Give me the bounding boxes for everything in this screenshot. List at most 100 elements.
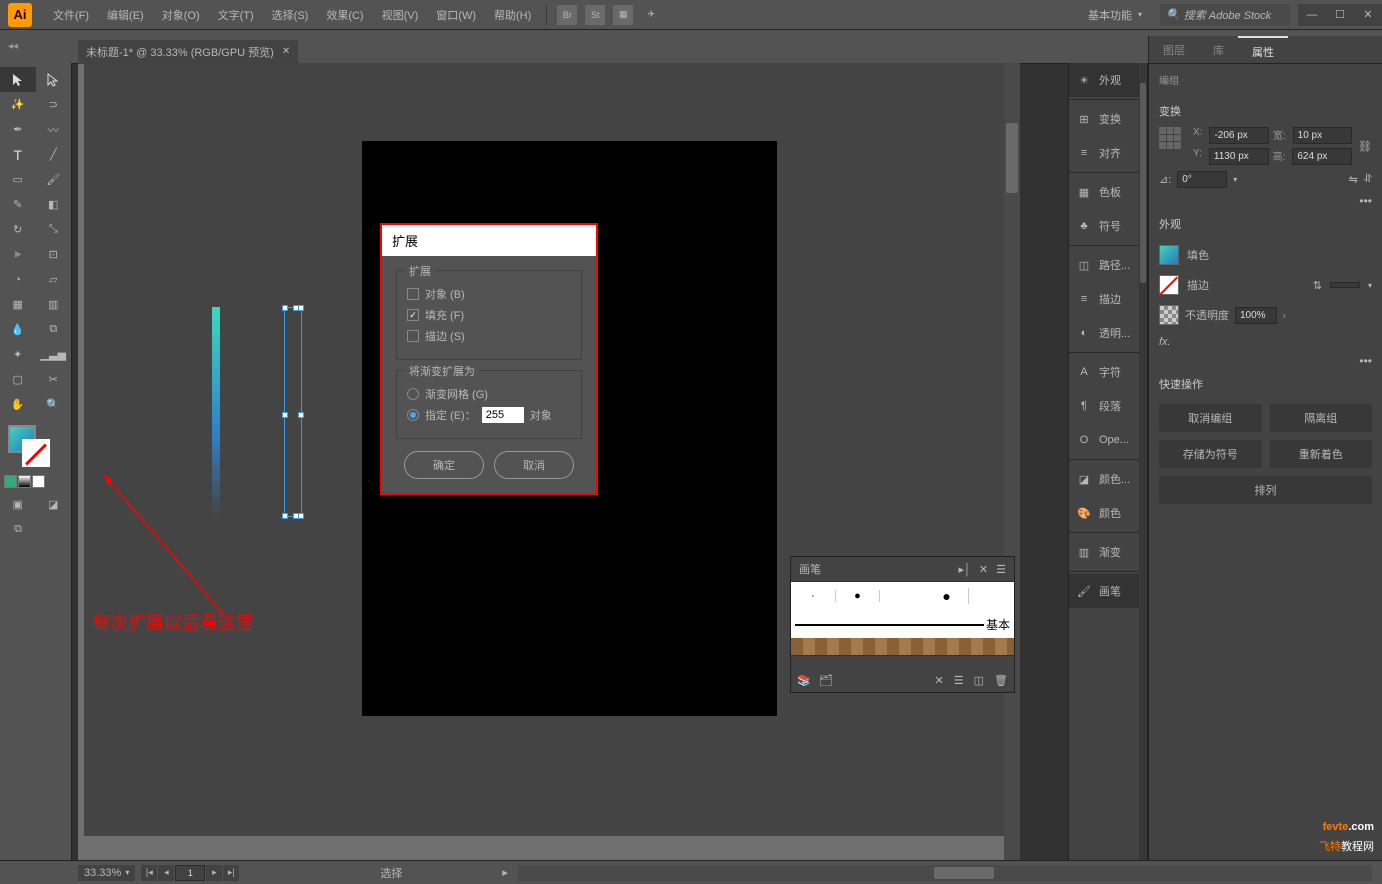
opacity-dropdown[interactable]: ›	[1283, 311, 1286, 320]
vertical-scrollbar[interactable]	[1004, 63, 1020, 860]
basic-brush[interactable]: 基本	[791, 610, 1014, 638]
options-icon[interactable]: ☰	[954, 674, 964, 687]
workspace-dropdown[interactable]: 基本功能▾	[1078, 3, 1152, 27]
more-appearance-icon[interactable]: •••	[1359, 354, 1372, 368]
stroke-swatch-prop[interactable]	[1159, 275, 1179, 295]
dock-character[interactable]: A字符	[1069, 355, 1147, 389]
dock-symbols[interactable]: ♣符号	[1069, 209, 1147, 243]
window-close[interactable]: ✕	[1354, 4, 1382, 26]
menu-view[interactable]: 视图(V)	[373, 7, 428, 23]
dock-appearance[interactable]: ☀外观	[1069, 63, 1147, 97]
eyedropper-tool[interactable]: 💧	[0, 317, 36, 342]
tab-properties[interactable]: 属性	[1238, 36, 1288, 63]
panel-collapse-icon[interactable]: ◂◂	[8, 41, 18, 52]
panel-menu-icon[interactable]: ☰	[996, 563, 1006, 576]
gpu-icon[interactable]: ✈	[641, 5, 661, 25]
h-input[interactable]: 624 px	[1292, 148, 1352, 165]
menu-object[interactable]: 对象(O)	[153, 7, 209, 23]
flip-v-icon[interactable]: ⥯	[1364, 173, 1372, 186]
x-input[interactable]: -206 px	[1209, 127, 1268, 144]
dock-colorguide[interactable]: ◪颜色...	[1069, 462, 1147, 496]
menu-select[interactable]: 选择(S)	[263, 7, 318, 23]
flip-h-icon[interactable]: ⇋	[1349, 173, 1358, 186]
bridge-icon[interactable]: Br	[557, 5, 577, 25]
recolor-button[interactable]: 重新着色	[1270, 440, 1373, 468]
menu-file[interactable]: 文件(F)	[44, 7, 98, 23]
mesh-tool[interactable]: ▦	[0, 292, 36, 317]
specify-input[interactable]: 255	[482, 407, 524, 423]
color-mode[interactable]	[4, 475, 17, 488]
ungroup-button[interactable]: 取消编组	[1159, 404, 1262, 432]
search-stock[interactable]: 🔍 搜索 Adobe Stock	[1160, 4, 1290, 26]
remove-stroke-icon[interactable]: ✕	[935, 674, 944, 687]
fill-stroke-swatches[interactable]	[4, 425, 67, 467]
opacity-swatch[interactable]	[1159, 305, 1179, 325]
last-artboard[interactable]: ▸|	[223, 865, 239, 881]
more-options-icon[interactable]: •••	[1359, 194, 1372, 208]
stroke-weight-input[interactable]	[1330, 282, 1360, 288]
status-dropdown[interactable]: ▸	[502, 866, 508, 879]
graph-tool[interactable]: ▁▃▅	[36, 342, 72, 367]
shape-builder-tool[interactable]: ◔	[0, 267, 36, 292]
stroke-swatch[interactable]	[22, 439, 50, 467]
horizontal-scrollbar[interactable]	[518, 865, 1372, 881]
save-symbol-button[interactable]: 存储为符号	[1159, 440, 1262, 468]
dock-transparency[interactable]: ◐透明...	[1069, 316, 1147, 350]
fill-swatch-prop[interactable]	[1159, 245, 1179, 265]
next-artboard[interactable]: ▸	[206, 865, 222, 881]
zoom-dropdown[interactable]: 33.33%▾	[78, 865, 135, 881]
screen-mode[interactable]: ▣	[0, 492, 36, 517]
link-wh-icon[interactable]: ⛓	[1358, 140, 1372, 153]
rectangle-tool[interactable]: ▭	[0, 167, 36, 192]
dock-gradient[interactable]: ▥渐变	[1069, 535, 1147, 569]
hand-tool[interactable]: ✋	[0, 392, 36, 417]
w-input[interactable]: 10 px	[1293, 127, 1352, 144]
arrange-button[interactable]: 排列	[1159, 476, 1372, 504]
radio-specify[interactable]	[407, 409, 419, 421]
document-tab[interactable]: 未标题-1* @ 33.33% (RGB/GPU 预览)✕	[78, 40, 298, 64]
menu-type[interactable]: 文字(T)	[209, 7, 263, 23]
scale-tool[interactable]: ⤡	[36, 217, 72, 242]
free-transform-tool[interactable]: ⊡	[36, 242, 72, 267]
shaper-tool[interactable]: ✎	[0, 192, 36, 217]
y-input[interactable]: 1130 px	[1209, 148, 1269, 165]
symbol-sprayer-tool[interactable]: ✦	[0, 342, 36, 367]
none-mode[interactable]	[32, 475, 45, 488]
checkbox-stroke[interactable]	[407, 330, 419, 342]
cancel-button[interactable]: 取消	[494, 451, 574, 479]
dock-opentype[interactable]: OOpe...	[1069, 423, 1147, 457]
menu-help[interactable]: 帮助(H)	[485, 7, 540, 23]
curvature-tool[interactable]: 〰	[36, 117, 72, 142]
dock-align[interactable]: ≡对齐	[1069, 136, 1147, 170]
stroke-stepper[interactable]: ⇅	[1313, 279, 1322, 292]
dock-stroke[interactable]: ≡描边	[1069, 282, 1147, 316]
fx-icon[interactable]: fx.	[1159, 336, 1171, 348]
artboard-nav-input[interactable]: 1	[175, 865, 205, 881]
menu-edit[interactable]: 编辑(E)	[98, 7, 153, 23]
first-artboard[interactable]: |◂	[141, 865, 157, 881]
blend-tool[interactable]: ⧉	[36, 317, 72, 342]
checkbox-object[interactable]	[407, 288, 419, 300]
selected-object[interactable]	[284, 307, 302, 517]
type-tool[interactable]: T	[0, 142, 36, 167]
menu-window[interactable]: 窗口(W)	[427, 7, 485, 23]
gradient-mode[interactable]	[18, 475, 31, 488]
libraries-icon[interactable]: 🗂	[819, 674, 833, 687]
delete-icon[interactable]: 🗑	[994, 674, 1008, 687]
opacity-input[interactable]: 100%	[1235, 307, 1277, 324]
dock-color[interactable]: 🎨颜色	[1069, 496, 1147, 530]
dock-transform[interactable]: ⊞变换	[1069, 102, 1147, 136]
library-icon[interactable]: 📚	[797, 674, 811, 687]
prev-artboard[interactable]: ◂	[158, 865, 174, 881]
panel-close-icon[interactable]: ✕	[979, 563, 988, 576]
dock-paragraph[interactable]: ¶段落	[1069, 389, 1147, 423]
menu-effect[interactable]: 效果(C)	[317, 7, 372, 23]
brush-presets-row[interactable]: ·●●	[791, 582, 1014, 610]
rotate-tool[interactable]: ↻	[0, 217, 36, 242]
draw-mode[interactable]: ◪	[36, 492, 72, 517]
pattern-brush[interactable]	[791, 638, 1014, 656]
lasso-tool[interactable]: ⊃	[36, 92, 72, 117]
change-screen-mode[interactable]: ⧉	[0, 517, 36, 542]
reference-point[interactable]	[1159, 127, 1181, 149]
dock-scrollbar[interactable]	[1139, 63, 1147, 876]
